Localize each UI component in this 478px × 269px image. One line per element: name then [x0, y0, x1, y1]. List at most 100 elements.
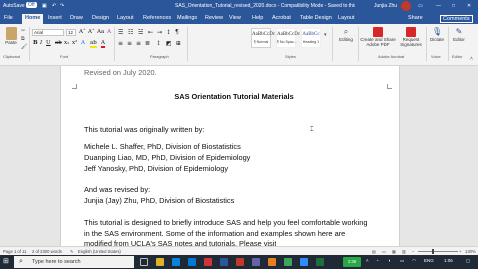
font-color-icon[interactable]: A: [101, 40, 105, 48]
volume-icon[interactable]: ◖: [388, 258, 391, 263]
zoom-in-icon[interactable]: +: [459, 249, 461, 254]
superscript-button[interactable]: x²: [72, 40, 77, 46]
underline-button[interactable]: U: [46, 40, 51, 46]
file-explorer-icon[interactable]: [156, 258, 164, 266]
tab-insert[interactable]: Insert: [48, 15, 62, 21]
tab-design[interactable]: Design: [92, 15, 109, 21]
wifi-icon[interactable]: ◠: [412, 258, 416, 264]
change-case-icon[interactable]: Aa: [97, 29, 104, 35]
justify-icon[interactable]: ≣: [145, 40, 150, 47]
tab-mailings[interactable]: Mailings: [177, 15, 197, 21]
acrobat-icon[interactable]: [236, 258, 244, 266]
maximize-icon[interactable]: □: [452, 3, 455, 9]
tab-table-layout[interactable]: Layout: [338, 15, 355, 21]
notifications-icon[interactable]: ▢: [466, 258, 470, 264]
recording-badge[interactable]: 2:36: [343, 257, 361, 267]
tab-table-design[interactable]: Table Design: [300, 15, 332, 21]
collapse-ribbon-icon[interactable]: ˄: [470, 56, 473, 62]
edge-icon[interactable]: [172, 258, 180, 266]
editor-button[interactable]: ✎ Editor: [450, 27, 468, 42]
align-right-icon[interactable]: ≡: [136, 40, 141, 47]
ribbon-options-icon[interactable]: ▭: [418, 3, 423, 9]
clear-formatting-icon[interactable]: A: [107, 29, 111, 35]
text-effects-icon[interactable]: A: [81, 40, 85, 46]
outlook-icon[interactable]: [188, 258, 196, 266]
shading-icon[interactable]: ◩: [166, 40, 172, 47]
decrease-indent-icon[interactable]: ⇤: [148, 29, 153, 36]
teams-icon[interactable]: [252, 258, 260, 266]
print-layout-icon[interactable]: ▦: [392, 249, 396, 254]
style-heading-1[interactable]: AaBbCc Heading 1: [301, 28, 321, 48]
dictate-button[interactable]: 🎙 Dictate: [428, 27, 446, 42]
strikethrough-button[interactable]: ab: [55, 40, 62, 46]
word-icon[interactable]: [220, 258, 228, 266]
grow-font-icon[interactable]: A˄: [79, 29, 86, 35]
undo-icon[interactable]: ↶: [52, 3, 56, 9]
tab-home[interactable]: Home: [22, 14, 44, 24]
web-layout-icon[interactable]: ▥: [402, 249, 406, 254]
network-icon[interactable]: ◔: [376, 258, 379, 263]
editing-button[interactable]: ⌕ Editing: [336, 27, 356, 42]
request-signatures-button[interactable]: Request Signatures: [398, 27, 424, 47]
highlight-icon[interactable]: ab: [90, 40, 97, 48]
input-language[interactable]: ENG: [424, 258, 434, 263]
read-mode-icon[interactable]: ▭: [382, 249, 386, 254]
app-icon[interactable]: [284, 258, 292, 266]
close-icon[interactable]: ✕: [467, 3, 471, 9]
powerpoint-icon[interactable]: [268, 258, 276, 266]
italic-button[interactable]: I: [40, 40, 42, 46]
autosave-toggle[interactable]: Off: [26, 2, 37, 8]
align-left-icon[interactable]: ≡: [118, 40, 123, 47]
shrink-font-icon[interactable]: A˅: [88, 29, 95, 35]
subscript-button[interactable]: x₂: [64, 40, 69, 46]
copy-icon[interactable]: ⧉: [21, 36, 25, 42]
language-status[interactable]: English (United States): [78, 249, 121, 254]
bullets-icon[interactable]: ☰: [118, 29, 123, 36]
borders-icon[interactable]: ⊞: [176, 40, 181, 47]
tab-help[interactable]: Help: [252, 15, 263, 21]
tab-view[interactable]: View: [229, 15, 241, 21]
font-name-select[interactable]: Arial: [32, 29, 64, 36]
tab-acrobat[interactable]: Acrobat: [272, 15, 291, 21]
zoom-slider[interactable]: [418, 251, 458, 252]
create-share-pdf-button[interactable]: Create and Share Adobe PDF: [360, 27, 396, 47]
tray-overflow-icon[interactable]: ˄: [366, 258, 369, 263]
tab-layout[interactable]: Layout: [117, 15, 134, 21]
multilevel-list-icon[interactable]: ☱: [138, 29, 143, 36]
proofing-icon[interactable]: ✎: [70, 249, 74, 254]
zoom-app-icon[interactable]: [300, 258, 308, 266]
app-icon[interactable]: [204, 258, 212, 266]
avatar[interactable]: [401, 1, 411, 11]
line-spacing-icon[interactable]: ↕: [156, 40, 161, 47]
tab-review[interactable]: Review: [205, 15, 223, 21]
increase-indent-icon[interactable]: ⇥: [157, 29, 162, 36]
comments-button[interactable]: Comments: [440, 15, 473, 23]
tab-file[interactable]: File: [4, 15, 13, 21]
zoom-slider-thumb[interactable]: [432, 249, 434, 254]
redo-icon[interactable]: ↷: [60, 3, 64, 9]
cut-icon[interactable]: ✂: [21, 28, 25, 34]
clock[interactable]: 1:06: [444, 258, 453, 263]
word-count[interactable]: 2 of 2300 words: [32, 249, 62, 254]
zoom-level[interactable]: 130%: [465, 249, 476, 254]
numbering-icon[interactable]: ☷: [128, 29, 133, 36]
font-size-select[interactable]: 12: [66, 29, 76, 36]
style-normal[interactable]: AaBbCcDc ¶ Normal: [251, 28, 275, 48]
battery-icon[interactable]: ▭: [400, 258, 404, 264]
tab-references[interactable]: References: [143, 15, 171, 21]
save-icon[interactable]: ▣: [42, 3, 47, 9]
taskbar-search-input[interactable]: ⌕ Type here to search: [14, 256, 134, 268]
style-no-spacing[interactable]: AaBbCcDc ¶ No Spac...: [276, 28, 300, 48]
focus-mode-icon[interactable]: ▤: [372, 249, 376, 254]
page-count[interactable]: Page 1 of 11: [3, 249, 26, 254]
share-button[interactable]: Share: [408, 15, 423, 21]
show-marks-icon[interactable]: ¶: [175, 29, 179, 36]
sort-icon[interactable]: ↕: [166, 29, 171, 36]
bold-button[interactable]: B: [33, 40, 38, 46]
styles-more-icon[interactable]: ▾: [324, 32, 327, 38]
excel-icon[interactable]: [316, 258, 324, 266]
tab-draw[interactable]: Draw: [70, 15, 83, 21]
minimize-icon[interactable]: —: [436, 3, 441, 9]
paste-button[interactable]: Paste: [3, 27, 19, 45]
windows-start-icon[interactable]: ⊞: [3, 258, 11, 266]
